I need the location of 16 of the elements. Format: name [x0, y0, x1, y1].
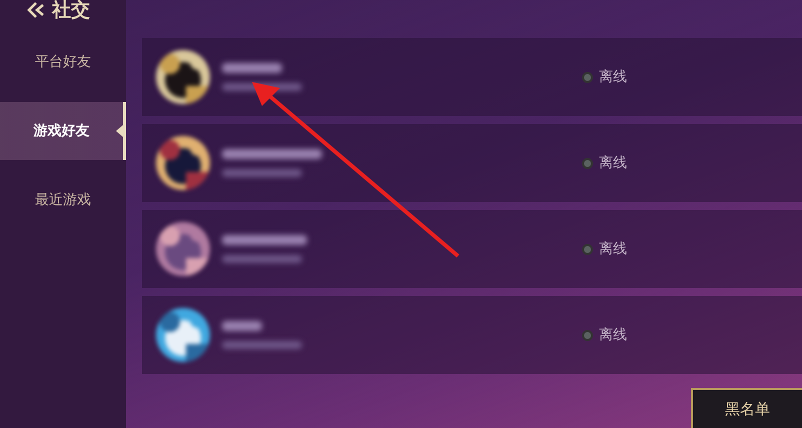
friend-row[interactable]: 离线	[142, 38, 802, 116]
friend-row[interactable]: 离线	[142, 124, 802, 202]
status-text: 离线	[599, 154, 627, 172]
blurred-name	[222, 63, 282, 73]
blacklist-button[interactable]: 黑名单	[691, 388, 802, 428]
friend-row[interactable]: 离线	[142, 296, 802, 374]
blurred-name	[222, 321, 262, 331]
status-text: 离线	[599, 68, 627, 86]
status-text: 离线	[599, 240, 627, 258]
sidebar-tab[interactable]: 游戏好友	[0, 102, 126, 160]
status-text: 离线	[599, 326, 627, 344]
friend-row[interactable]: 离线	[142, 210, 802, 288]
back-icon[interactable]	[26, 1, 46, 19]
sidebar-tab[interactable]: 平台好友	[0, 42, 126, 82]
caret-icon	[115, 125, 123, 137]
sidebar-tab[interactable]: 最近游戏	[0, 180, 126, 220]
